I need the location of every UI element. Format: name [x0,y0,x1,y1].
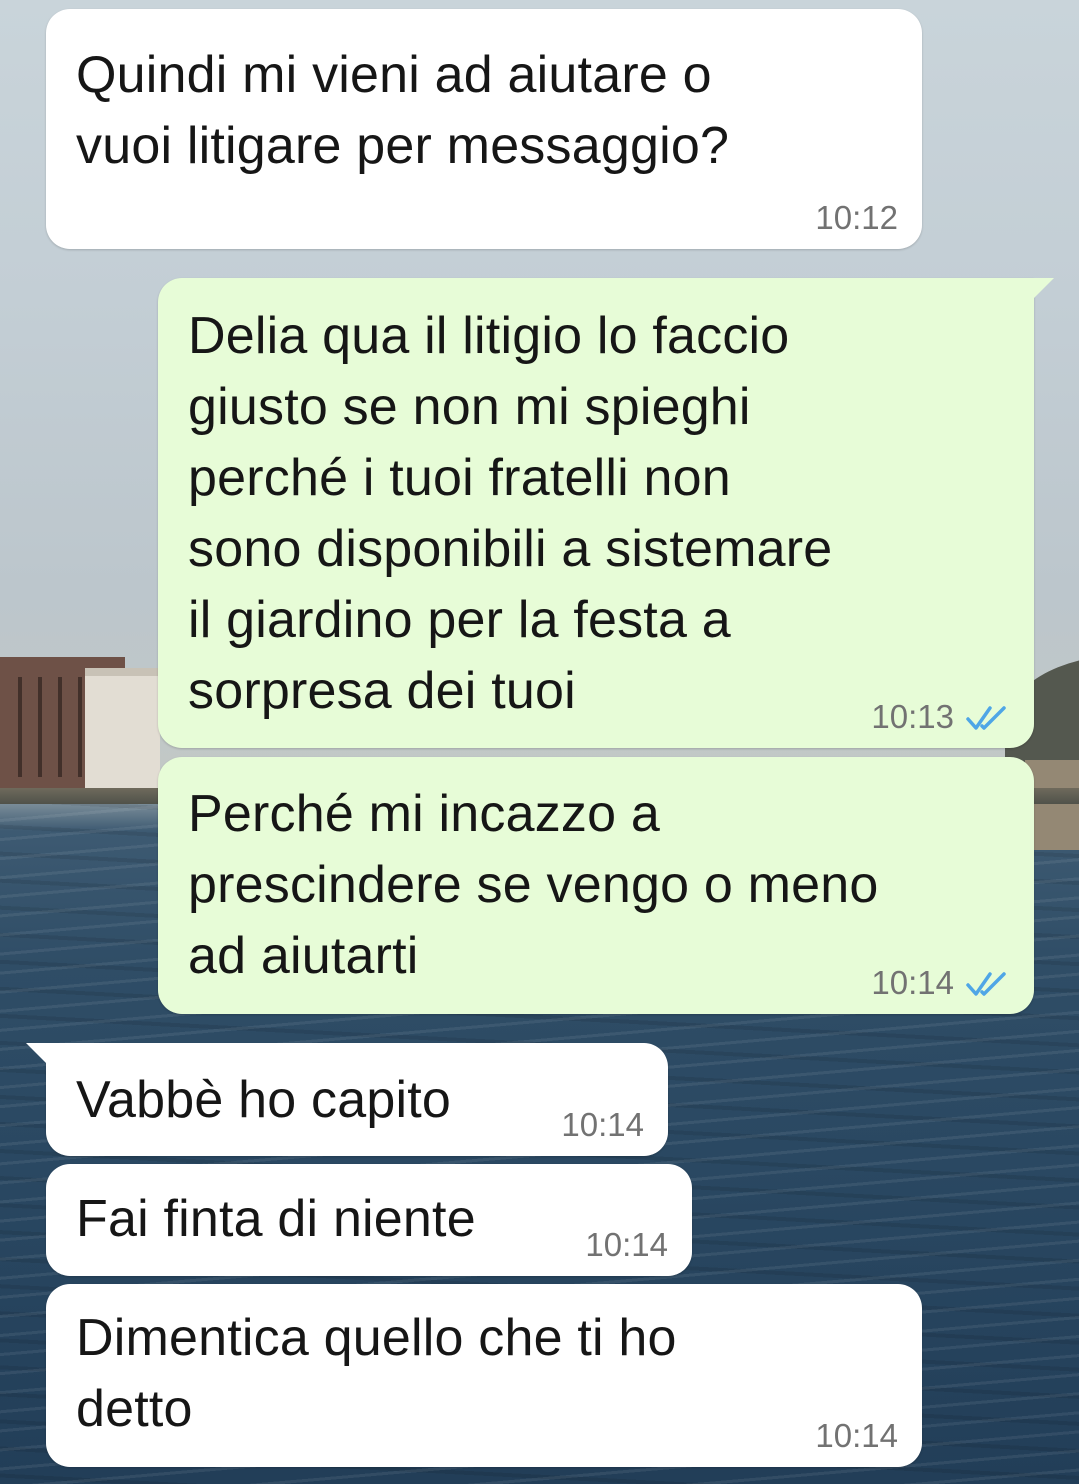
message-timestamp: 10:14 [585,1226,668,1263]
message-timestamp: 10:12 [815,199,898,236]
message-bubble-incoming[interactable]: Fai finta di niente 10:14 [46,1164,692,1276]
message-text: Perché mi incazzo a prescindere se vengo… [188,785,879,985]
message-text: Fai finta di niente [76,1190,476,1248]
message-timestamp: 10:14 [815,1417,898,1454]
read-double-tick-icon [966,972,1006,996]
message-text: Quindi mi vieni ad aiutare o vuoi litiga… [76,46,730,175]
message-bubble-outgoing[interactable]: Delia qua il litigio lo faccio giusto se… [158,278,1054,748]
message-timestamp: 10:14 [871,964,954,1001]
building-white [85,668,160,800]
message-timestamp: 10:14 [561,1106,644,1143]
bubble-tail [26,1043,48,1065]
message-bubble-incoming[interactable]: Quindi mi vieni ad aiutare o vuoi litiga… [46,9,922,249]
message-timestamp: 10:13 [871,698,954,735]
message-text: Dimentica quello che ti ho detto [76,1309,677,1438]
read-double-tick-icon [966,706,1006,730]
message-text: Delia qua il litigio lo faccio giusto se… [188,307,833,720]
message-bubble-incoming[interactable]: Dimentica quello che ti ho detto 10:14 [46,1284,922,1467]
message-bubble-incoming[interactable]: Vabbè ho capito 10:14 [26,1043,668,1156]
bubble-tail [1032,278,1054,300]
message-text: Vabbè ho capito [76,1071,451,1129]
message-bubble-outgoing[interactable]: Perché mi incazzo a prescindere se vengo… [158,757,1034,1014]
